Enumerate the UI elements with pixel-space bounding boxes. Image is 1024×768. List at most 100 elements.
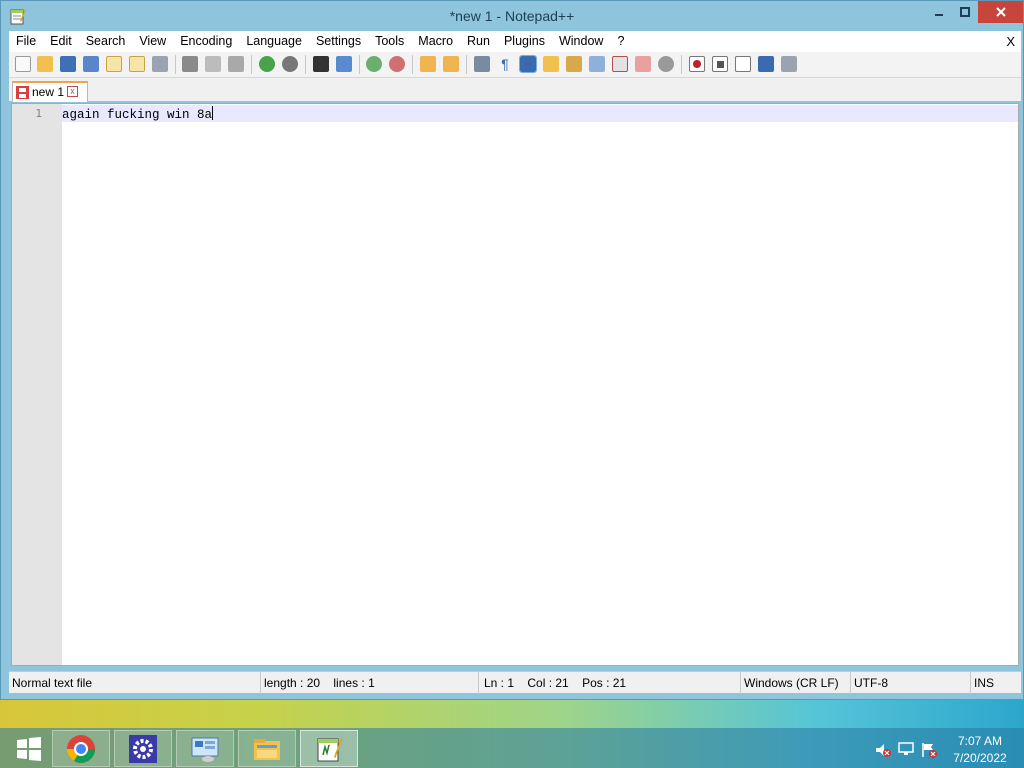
redo-icon[interactable] <box>282 56 298 72</box>
toolbar-separator <box>412 55 413 74</box>
function-list-icon[interactable] <box>612 56 628 72</box>
action-center-flag-icon[interactable] <box>921 742 937 758</box>
minimize-button[interactable] <box>926 1 952 23</box>
status-eol: Windows (CR LF) <box>741 672 851 694</box>
taskbar-notepadpp[interactable] <box>300 730 358 767</box>
close-x-icon: x <box>70 86 75 96</box>
notepadpp-window: *new 1 - Notepad++ File Edit Search View… <box>0 0 1024 700</box>
editor-area[interactable]: 1 again fucking win 8a <box>11 103 1019 666</box>
close-all-icon[interactable] <box>129 56 145 72</box>
taskbar-clock[interactable]: 7:07 AM 7/20/2022 <box>940 733 1020 767</box>
minimize-icon <box>935 14 943 16</box>
toolbar-separator <box>251 55 252 74</box>
status-ln: Ln : 1 <box>484 676 515 690</box>
copy-icon[interactable] <box>205 56 221 72</box>
paste-icon[interactable] <box>228 56 244 72</box>
toolbar-separator <box>681 55 682 74</box>
status-length-lines: length : 20 lines : 1 <box>261 672 479 694</box>
menu-settings[interactable]: Settings <box>309 31 368 52</box>
line-number-gutter: 1 <box>12 104 62 665</box>
toolbar: ¶ <box>9 52 1021 78</box>
menu-plugins[interactable]: Plugins <box>497 31 552 52</box>
unsaved-file-icon <box>16 86 29 99</box>
menu-tools[interactable]: Tools <box>368 31 411 52</box>
print-icon[interactable] <box>152 56 168 72</box>
menu-search[interactable]: Search <box>79 31 133 52</box>
close-icon[interactable] <box>106 56 122 72</box>
tab-new-1[interactable]: new 1 x <box>12 81 88 102</box>
maximize-icon <box>960 7 970 17</box>
volume-muted-icon[interactable] <box>875 742 891 758</box>
show-all-chars-icon[interactable]: ¶ <box>497 56 513 72</box>
toolbar-separator <box>175 55 176 74</box>
status-insert-mode: INS <box>974 676 995 690</box>
zoom-in-icon[interactable] <box>366 56 382 72</box>
status-position: Ln : 1 Col : 21 Pos : 21 <box>481 672 741 694</box>
toolbar-separator <box>305 55 306 74</box>
status-length: length : 20 <box>264 676 321 690</box>
doc-list-icon[interactable] <box>589 56 605 72</box>
toolbar-separator <box>359 55 360 74</box>
network-icon[interactable] <box>898 741 914 757</box>
menu-help[interactable]: ? <box>610 31 631 52</box>
tab-close-button[interactable]: x <box>67 86 78 97</box>
taskbar-file-explorer[interactable] <box>238 730 296 767</box>
windows-start-icon <box>17 736 41 761</box>
menu-window[interactable]: Window <box>552 31 610 52</box>
open-file-icon[interactable] <box>37 56 53 72</box>
close-document-button[interactable]: X <box>1006 31 1015 52</box>
cut-icon[interactable] <box>182 56 198 72</box>
sync-vertical-icon[interactable] <box>420 56 436 72</box>
menu-encoding[interactable]: Encoding <box>173 31 239 52</box>
clock-date: 7/20/2022 <box>953 751 1007 765</box>
save-icon[interactable] <box>60 56 76 72</box>
toolbar-separator <box>466 55 467 74</box>
start-button[interactable] <box>0 730 58 767</box>
record-macro-icon[interactable] <box>689 56 705 72</box>
new-file-icon[interactable] <box>15 56 31 72</box>
taskbar-chrome[interactable] <box>52 730 110 767</box>
line-text: again fucking win 8a <box>62 108 213 122</box>
udl-icon[interactable] <box>543 56 559 72</box>
taskbar-settings[interactable] <box>114 730 172 767</box>
maximize-button[interactable] <box>952 1 978 23</box>
line-number: 1 <box>35 107 42 120</box>
find-icon[interactable] <box>313 56 329 72</box>
menu-run[interactable]: Run <box>460 31 497 52</box>
status-pos: Pos : 21 <box>582 676 627 690</box>
menu-language[interactable]: Language <box>239 31 309 52</box>
menu-view[interactable]: View <box>132 31 173 52</box>
menu-edit[interactable]: Edit <box>43 31 79 52</box>
monitor-icon[interactable] <box>658 56 674 72</box>
control-panel-icon <box>191 737 219 762</box>
menu-file[interactable]: File <box>9 31 43 52</box>
status-lines: lines : 1 <box>333 676 375 690</box>
status-encoding: UTF-8 <box>851 672 971 694</box>
folder-workspace-icon[interactable] <box>635 56 651 72</box>
settings-icon <box>129 734 157 763</box>
play-macro-icon[interactable] <box>735 56 751 72</box>
zoom-out-icon[interactable] <box>389 56 405 72</box>
file-explorer-icon <box>254 738 280 760</box>
menu-macro[interactable]: Macro <box>411 31 460 52</box>
replace-icon[interactable] <box>336 56 352 72</box>
clock-time: 7:07 AM <box>957 734 1003 748</box>
save-all-icon[interactable] <box>83 56 99 72</box>
text-line[interactable]: again fucking win 8a <box>62 106 214 122</box>
word-wrap-icon[interactable] <box>474 56 490 72</box>
stop-macro-icon[interactable] <box>712 56 728 72</box>
run-macro-multiple-icon[interactable] <box>758 56 774 72</box>
undo-icon[interactable] <box>259 56 275 72</box>
indent-guide-icon[interactable] <box>519 55 537 73</box>
doc-map-icon[interactable] <box>566 56 582 72</box>
status-file-type: Normal text file <box>9 672 261 694</box>
close-icon <box>995 7 1006 17</box>
save-macro-icon[interactable] <box>781 56 797 72</box>
menu-bar: File Edit Search View Encoding Language … <box>9 31 1021 52</box>
title-bar: *new 1 - Notepad++ <box>1 1 1023 31</box>
window-title: *new 1 - Notepad++ <box>449 8 575 24</box>
close-window-button[interactable] <box>978 1 1023 23</box>
sync-horizontal-icon[interactable] <box>443 56 459 72</box>
taskbar-control-panel[interactable] <box>176 730 234 767</box>
tab-label: new 1 <box>32 85 65 99</box>
